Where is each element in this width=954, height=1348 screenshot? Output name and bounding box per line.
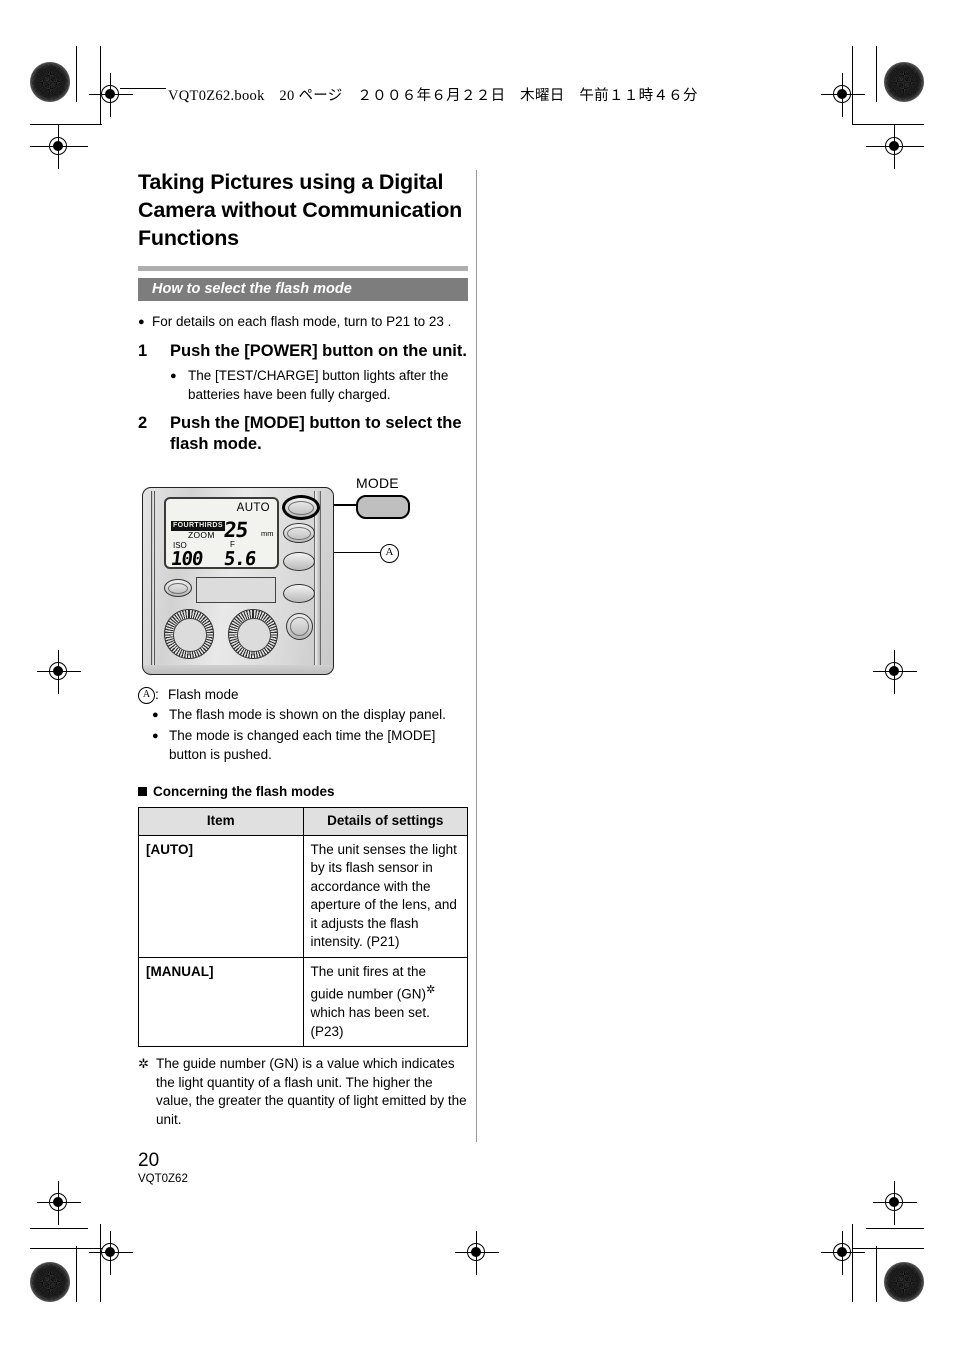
step-2-number: 2	[138, 414, 148, 432]
footnote: ✲ The guide number (GN) is a value which…	[138, 1055, 468, 1129]
intro-bullet: ● For details on each flash mode, turn t…	[138, 313, 468, 332]
step-2: 2 Push the [MODE] button to select the f…	[138, 413, 468, 455]
table-heading-text: Concerning the flash modes	[153, 784, 335, 799]
lcd-mode-indicator: AUTO	[236, 502, 270, 514]
document-code: VQT0Z62	[138, 1173, 188, 1185]
table-cell-item-auto: [AUTO]	[138, 834, 304, 958]
lcd-zoom-value: 25	[222, 518, 249, 542]
page-canvas: VQT0Z62.book 20 ページ ２００６年６月２２日 木曜日 午前１１時…	[0, 0, 954, 1348]
table-cell-details-manual: The unit fires at the guide number (GN)✲…	[302, 956, 468, 1047]
flash-left-dial[interactable]	[164, 609, 214, 659]
lcd-display-panel: AUTO FOURTHIRDS ZOOM 25 mm ISO 100 F 5.6	[164, 497, 279, 570]
intro-bullet-text: For details on each flash mode, turn to …	[152, 314, 452, 329]
flash-test-charge-button[interactable]	[286, 613, 313, 640]
header-rule	[120, 88, 166, 90]
flash-secondary-button[interactable]	[283, 523, 315, 543]
flash-unit-figure: MODE A AUTO FOURTHIRDS ZOOM 25 mm ISO 10…	[138, 469, 468, 679]
flash-unit-right-edge	[314, 491, 321, 669]
square-bullet-icon	[138, 787, 147, 796]
flash-left-button[interactable]	[164, 579, 192, 597]
registration-mark-right-lower	[873, 1181, 917, 1225]
bullet-icon: ●	[152, 730, 159, 742]
flash-display-window	[196, 577, 276, 603]
step-1-substep-text: The [TEST/CHARGE] button lights after th…	[188, 368, 449, 402]
table-header-row: Item Details of settings	[138, 807, 468, 836]
column-divider-rule	[476, 170, 478, 1142]
flash-mode-button[interactable]	[282, 495, 320, 520]
footnote-text: The guide number (GN) is a value which i…	[156, 1056, 467, 1127]
table-header-item: Item	[138, 807, 304, 836]
flash-unit-left-edge	[151, 491, 155, 669]
rosette-mark-top-left	[30, 62, 70, 102]
figure-note-2-text: The mode is changed each time the [MODE]…	[169, 728, 436, 762]
mode-button-graphic	[356, 495, 410, 519]
registration-mark-top-left	[89, 73, 133, 117]
manual-details-suffix: which has been set. (P23)	[310, 1005, 430, 1039]
figure-note-1: ● The flash mode is shown on the display…	[152, 706, 468, 725]
callout-legend-text: Flash mode	[168, 687, 239, 702]
page-number: 20	[138, 1150, 160, 1171]
print-header-text: VQT0Z62.book 20 ページ ２００６年６月２２日 木曜日 午前１１時…	[168, 88, 698, 104]
table-heading: Concerning the flash modes	[138, 784, 468, 799]
registration-mark-bottom-right	[821, 1231, 865, 1275]
manual-details-prefix: The unit fires at the guide number (GN)	[310, 963, 427, 1002]
mode-button-label: MODE	[356, 475, 399, 491]
registration-mark-left-upper	[37, 125, 81, 169]
callout-legend: A : Flash mode	[138, 685, 468, 704]
step-1-text: Push the [POWER] button on the unit.	[170, 342, 467, 360]
bullet-icon: ●	[170, 370, 177, 382]
rosette-mark-bottom-left	[30, 1262, 70, 1302]
flash-unit-base	[142, 665, 334, 675]
flash-modes-table: Item Details of settings [AUTO] The unit…	[138, 807, 468, 1047]
table-header-details: Details of settings	[302, 807, 468, 836]
lcd-aperture-value: 5.6	[222, 548, 257, 570]
table-cell-details-auto: The unit senses the light by its flash s…	[302, 834, 468, 958]
step-2-text: Push the [MODE] button to select the fla…	[170, 414, 462, 453]
registration-mark-bottom-left	[89, 1231, 133, 1275]
registration-mark-right-middle	[873, 650, 917, 694]
content-column: Taking Pictures using a Digital Camera w…	[138, 168, 468, 1129]
registration-mark-top-right	[821, 73, 865, 117]
step-1: 1 Push the [POWER] button on the unit.	[138, 341, 468, 362]
rosette-mark-top-right	[884, 62, 924, 102]
figure-note-1-text: The flash mode is shown on the display p…	[169, 707, 446, 722]
figure-note-2: ● The mode is changed each time the [MOD…	[152, 727, 468, 764]
callout-a-legend-marker: A	[138, 687, 155, 704]
step-1-number: 1	[138, 342, 148, 360]
footnote-marker-icon: ✲	[138, 1056, 149, 1071]
lcd-iso-value: 100	[169, 548, 204, 570]
bullet-icon: ●	[152, 709, 159, 721]
table-row: [MANUAL] The unit fires at the guide num…	[138, 956, 468, 1047]
table-cell-item-manual: [MANUAL]	[138, 956, 304, 1047]
table-row: [AUTO] The unit senses the light by its …	[138, 834, 468, 958]
registration-mark-left-middle	[37, 650, 81, 694]
bullet-icon: ●	[138, 316, 145, 328]
rosette-mark-bottom-right	[884, 1262, 924, 1302]
lcd-zoom-unit: mm	[261, 529, 274, 538]
step-1-substep: ● The [TEST/CHARGE] button lights after …	[170, 367, 468, 404]
callout-a-marker: A	[380, 544, 399, 563]
lcd-zoom-label: ZOOM	[188, 530, 215, 540]
section-heading: How to select the flash mode	[138, 278, 468, 301]
registration-mark-left-lower	[37, 1181, 81, 1225]
registration-mark-bottom-center	[455, 1231, 499, 1275]
callout-legend-colon: :	[155, 687, 159, 702]
flash-third-button[interactable]	[283, 552, 315, 571]
page-title: Taking Pictures using a Digital Camera w…	[138, 170, 463, 250]
flash-right-dial[interactable]	[228, 609, 278, 659]
flash-fourth-button[interactable]	[283, 584, 315, 603]
registration-mark-right-upper	[873, 125, 917, 169]
footnote-reference-icon: ✲	[426, 984, 436, 996]
title-underbar	[138, 266, 468, 271]
